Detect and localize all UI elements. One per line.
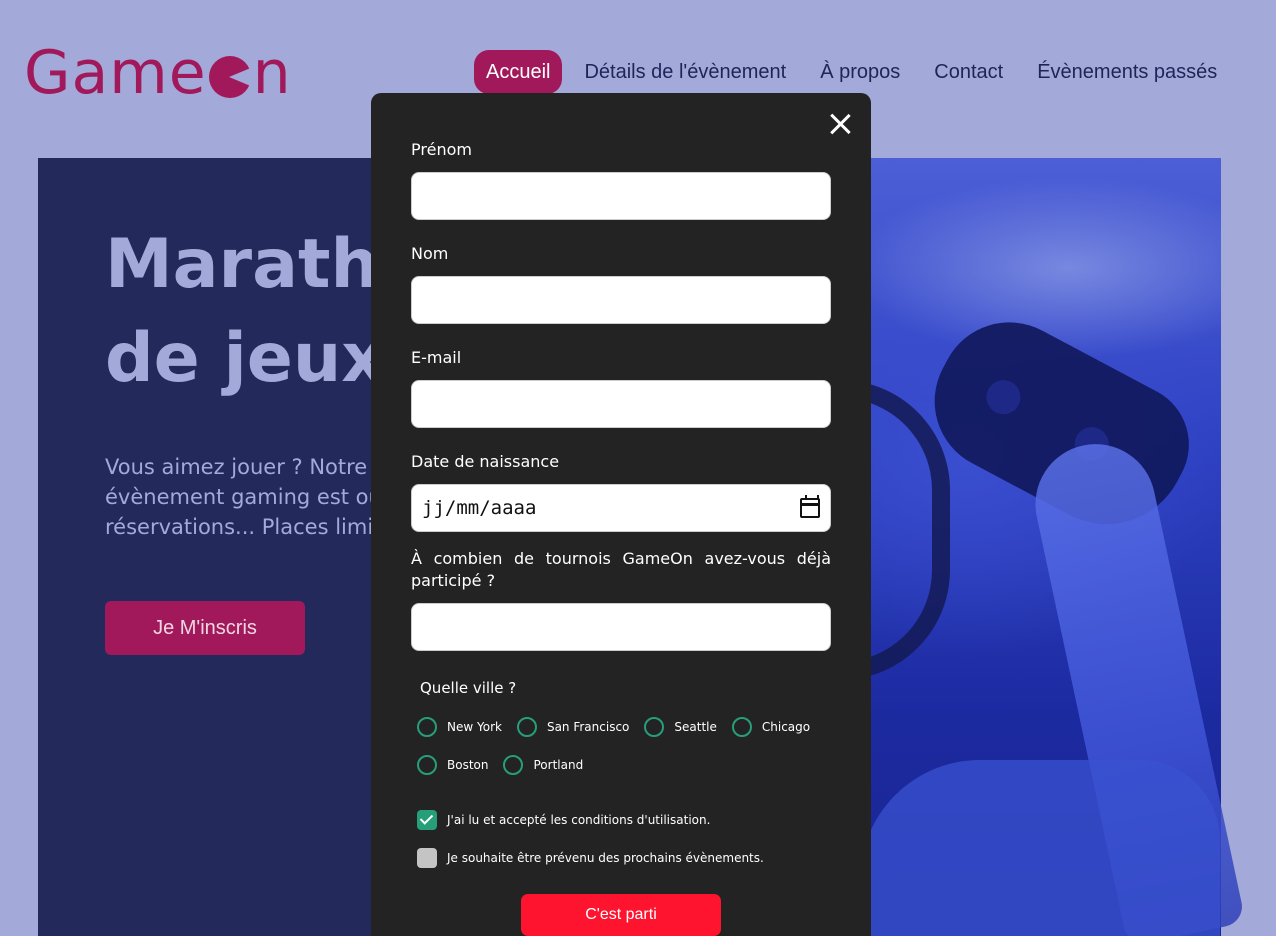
first-name-label: Prénom [411, 140, 472, 159]
radio-circle-icon [503, 755, 524, 775]
logo-text-left: Game [24, 38, 207, 108]
email-label: E-mail [411, 348, 462, 367]
newsletter-checkbox-row: Je souhaite être prévenu des prochains é… [417, 848, 764, 868]
radio-label: Portland [533, 758, 584, 772]
radio-portland[interactable]: Portland [503, 755, 583, 775]
radio-chicago[interactable]: Chicago [731, 717, 811, 737]
calendar-icon[interactable] [800, 495, 820, 518]
nav-item-accueil[interactable]: Accueil [474, 50, 563, 94]
last-name-label: Nom [411, 244, 449, 263]
newsletter-checkbox[interactable] [417, 848, 437, 868]
hero-text-line1: Vous aimez jouer ? Notre prochain [105, 455, 405, 479]
birthdate-label: Date de naissance [411, 452, 560, 471]
radio-label: Seattle [674, 720, 717, 734]
radio-label: Chicago [761, 720, 811, 734]
registration-modal: Prénom Nom E-mail Date de naissance jj/m… [371, 93, 871, 936]
hero-text: Vous aimez jouer ? Notre prochain évènem… [105, 452, 405, 542]
radio-circle-icon [516, 717, 537, 737]
logo-text-right: n [252, 38, 292, 108]
nav-item-details[interactable]: Détails de l'évènement [572, 50, 798, 94]
radio-label: Boston [447, 758, 489, 772]
terms-checkbox[interactable] [417, 810, 437, 830]
birthdate-placeholder: jj/mm/aaaa [422, 497, 537, 519]
radio-label: New York [447, 720, 502, 734]
signup-button[interactable]: Je M'inscris [105, 601, 305, 655]
tournaments-label: À combien de tournois GameOn avez-vous d… [411, 549, 831, 590]
shoulder-shape [860, 760, 1220, 936]
city-radio-row-1: New York San Francisco Seattle Chicago [417, 717, 825, 737]
radio-new-york[interactable]: New York [417, 717, 502, 737]
hero-text-line3: réservations... Places limitées ! [105, 515, 405, 539]
radio-seattle[interactable]: Seattle [644, 717, 717, 737]
main-nav: Accueil Détails de l'évènement À propos … [474, 50, 1239, 94]
newsletter-label: Je souhaite être prévenu des prochains é… [447, 851, 764, 865]
gameon-logo[interactable]: Game n [24, 40, 292, 106]
radio-boston[interactable]: Boston [417, 755, 488, 775]
submit-button[interactable]: C'est parti [521, 894, 721, 936]
last-name-input[interactable] [411, 276, 831, 324]
nav-item-evenements-passes[interactable]: Évènements passés [1025, 50, 1229, 94]
city-question: Quelle ville ? [420, 679, 517, 697]
email-input[interactable] [411, 380, 831, 428]
radio-san-francisco[interactable]: San Francisco [516, 717, 630, 737]
radio-circle-icon [417, 755, 437, 775]
city-radio-row-2: Boston Portland [417, 755, 598, 775]
nav-item-contact[interactable]: Contact [922, 50, 1015, 94]
tournaments-input[interactable] [411, 603, 831, 651]
radio-circle-icon [644, 717, 665, 737]
birthdate-input[interactable]: jj/mm/aaaa [411, 484, 831, 532]
logo-pacman-icon [208, 56, 253, 98]
hero-text-line2: évènement gaming est ouvert aux [105, 485, 405, 509]
first-name-input[interactable] [411, 172, 831, 220]
terms-label: J'ai lu et accepté les conditions d'util… [447, 813, 711, 827]
radio-label: San Francisco [546, 720, 630, 734]
terms-checkbox-row: J'ai lu et accepté les conditions d'util… [417, 810, 710, 830]
radio-circle-icon [731, 717, 752, 737]
close-icon[interactable] [829, 113, 851, 135]
radio-circle-icon [417, 717, 437, 737]
nav-item-a-propos[interactable]: À propos [808, 50, 912, 94]
